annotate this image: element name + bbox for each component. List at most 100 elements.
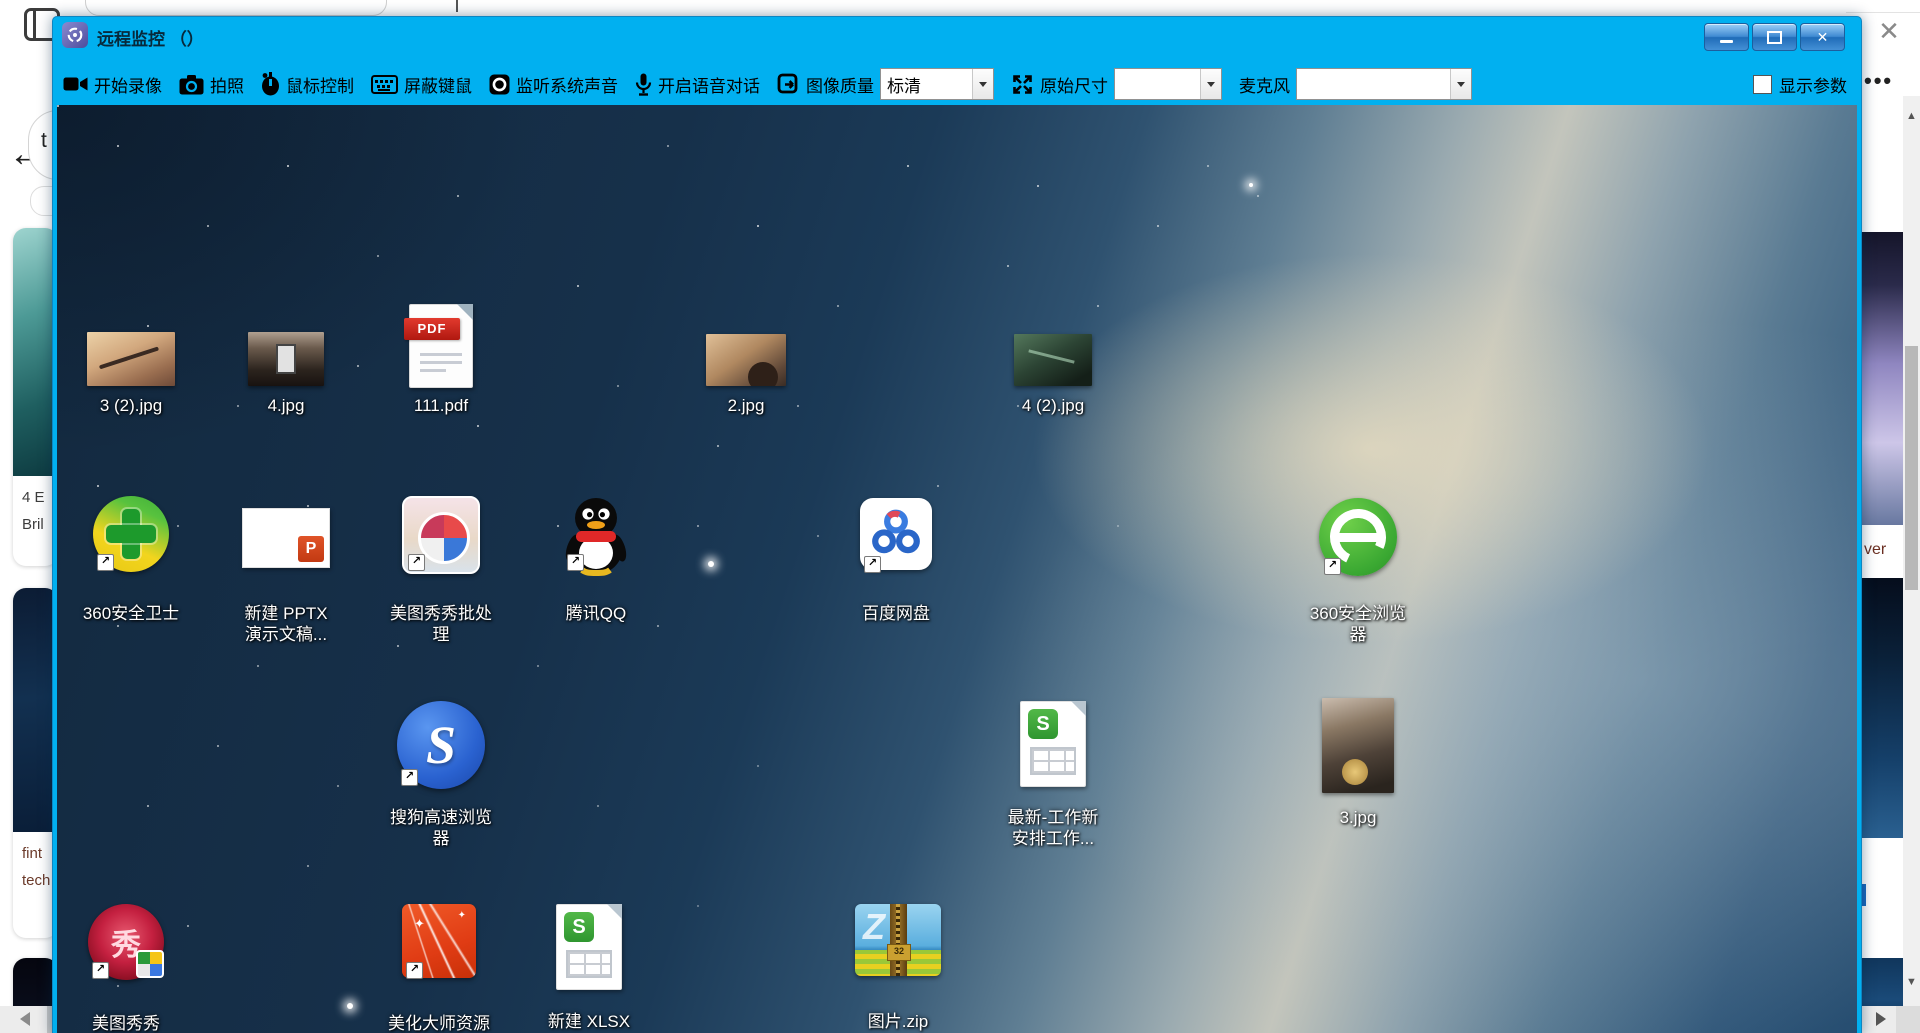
voice-chat-button[interactable]: 开启语音对话 xyxy=(635,72,760,97)
desktop-icon-label: 新建 XLSX xyxy=(548,1011,630,1032)
image-quality-icon xyxy=(777,73,800,96)
app-beautify-icon: ✦✦↗ xyxy=(400,904,478,1012)
remote-monitoring-window: 远程监控 （） ✕ 开始录像 xyxy=(52,16,1862,1033)
desktop-icon-doc-work-plan[interactable]: S最新-工作新 安排工作... xyxy=(985,701,1121,849)
shortcut-arrow-icon: ↗ xyxy=(864,556,881,573)
card-body xyxy=(1862,838,1903,958)
photo-3-icon xyxy=(706,334,786,394)
more-menu-icon[interactable]: ••• xyxy=(1864,68,1910,94)
microphone-group: 麦克风 xyxy=(1239,68,1472,100)
listen-system-sound-button[interactable]: 监听系统声音 xyxy=(489,72,618,97)
desktop-icon-file-2-jpg[interactable]: 2.jpg xyxy=(678,334,814,416)
desktop-icon-app-meitu-batch[interactable]: ↗美图秀秀批处 理 xyxy=(373,496,509,645)
scrollbar-corner xyxy=(1896,1006,1920,1033)
dropdown-arrow-icon[interactable] xyxy=(1450,69,1471,99)
desktop-icon-app-baidu-netdisk[interactable]: ↗ 百度网盘 xyxy=(828,498,964,624)
result-card-thumbnail[interactable] xyxy=(1862,578,1903,838)
desktop-icon-label: 美图秀秀 xyxy=(92,1013,160,1033)
wallpaper-star-glow xyxy=(1249,183,1253,187)
scroll-down-icon[interactable]: ▼ xyxy=(1903,976,1920,988)
remote-desktop-view[interactable]: 3 (2).jpg4.jpgPDF111.pdf2.jpg4 (2).jpg↗3… xyxy=(57,105,1857,1033)
voice-chat-icon xyxy=(635,73,652,96)
wallpaper-star-glow xyxy=(708,561,714,567)
show-params-checkbox[interactable] xyxy=(1753,75,1772,94)
scroll-up-icon[interactable]: ▲ xyxy=(1903,110,1920,122)
shortcut-arrow-icon: ↗ xyxy=(567,554,584,571)
desktop-icon-label: 新建 PPTX 演示文稿... xyxy=(244,603,327,645)
desktop-icon-app-tencent-qq[interactable]: ↗腾讯QQ xyxy=(528,496,664,624)
desktop-icon-file-pictures-zip[interactable]: Z32图片.zip xyxy=(830,904,966,1032)
desktop-icon-label: 360安全卫士 xyxy=(83,603,179,624)
shortcut-arrow-icon: ↗ xyxy=(92,962,109,979)
window-titlebar[interactable]: 远程监控 （） ✕ xyxy=(53,17,1861,53)
minimize-button[interactable] xyxy=(1704,23,1749,51)
desktop-icon-label: 百度网盘 xyxy=(862,603,930,624)
microphone-select[interactable] xyxy=(1296,68,1472,100)
desktop-icon-label: 360安全浏览 器 xyxy=(1310,603,1406,645)
camera-icon xyxy=(179,74,204,95)
desktop-icon-file-111-pdf[interactable]: PDF111.pdf xyxy=(373,304,509,416)
scrollbar-thumb[interactable] xyxy=(1905,346,1918,590)
wallpaper-stars xyxy=(57,105,59,107)
image-quality-group: 图像质量 标清 xyxy=(777,68,994,100)
close-icon[interactable]: ✕ xyxy=(1872,16,1906,48)
block-keyboard-mouse-icon xyxy=(371,75,398,94)
dropdown-arrow-icon[interactable] xyxy=(1200,69,1221,99)
desktop-icon-file-3-2-jpg[interactable]: 3 (2).jpg xyxy=(63,332,199,416)
desktop-icon-file-4-jpg[interactable]: 4.jpg xyxy=(218,332,354,416)
image-quality-select[interactable]: 标清 xyxy=(880,68,994,100)
desktop-icon-label: 3.jpg xyxy=(1340,807,1377,828)
app-meitu-batch-icon: ↗ xyxy=(402,496,480,602)
search-value: t xyxy=(41,129,47,153)
block-keyboard-mouse-button[interactable]: 屏蔽键鼠 xyxy=(371,72,472,97)
wallpaper-star-glow xyxy=(347,1003,353,1009)
show-params-label: 显示参数 xyxy=(1779,72,1847,97)
doc-xlsx-icon: S xyxy=(554,904,624,1010)
app-360browser-icon: ↗ xyxy=(1318,498,1398,602)
photo-1-icon xyxy=(87,332,175,394)
pdf-icon: PDF xyxy=(406,304,476,394)
system-sound-icon xyxy=(489,74,510,95)
desktop-icon-label: 美化大师资源 xyxy=(388,1013,490,1033)
photo-2-icon xyxy=(248,332,324,394)
horizontal-scrollbar-left[interactable] xyxy=(0,1006,58,1033)
desktop-icon-file-3-jpg[interactable]: 3.jpg xyxy=(1290,698,1426,828)
desktop-icon-app-360-browser[interactable]: ↗360安全浏览 器 xyxy=(1290,498,1426,645)
desktop-icon-app-sogou-browser[interactable]: S↗搜狗高速浏览 器 xyxy=(373,701,509,849)
maximize-button[interactable] xyxy=(1752,23,1797,51)
mouse-control-button[interactable]: 鼠标控制 xyxy=(261,72,354,97)
microphone-label: 麦克风 xyxy=(1239,72,1290,97)
app-360safe-icon: ↗ xyxy=(91,496,171,602)
desktop-icon-label: 3 (2).jpg xyxy=(100,395,162,416)
desktop-icon-doc-new-xlsx[interactable]: S新建 XLSX xyxy=(521,904,657,1032)
scroll-left-icon[interactable] xyxy=(20,1012,30,1026)
close-button[interactable]: ✕ xyxy=(1800,23,1845,51)
desktop-icon-app-meitu[interactable]: 秀↗美图秀秀 xyxy=(58,904,194,1033)
desktop-icon-doc-new-pptx[interactable]: P新建 PPTX 演示文稿... xyxy=(218,508,354,645)
original-size-label: 原始尺寸 xyxy=(1040,72,1108,97)
expand-arrows-icon xyxy=(1011,73,1034,96)
show-params-group: 显示参数 xyxy=(1753,72,1847,97)
shortcut-arrow-icon: ↗ xyxy=(406,962,423,979)
desktop-icon-file-4-2-jpg[interactable]: 4 (2).jpg xyxy=(985,334,1121,416)
dropdown-arrow-icon[interactable] xyxy=(972,69,993,99)
take-photo-button[interactable]: 拍照 xyxy=(179,72,244,97)
start-recording-button[interactable]: 开始录像 xyxy=(63,72,162,97)
desktop-icon-app-360-safe[interactable]: ↗360安全卫士 xyxy=(63,496,199,624)
desktop-icon-app-beautify-res[interactable]: ✦✦↗美化大师资源 xyxy=(371,904,507,1033)
record-video-icon xyxy=(63,74,88,94)
app-baidupan-icon: ↗ xyxy=(858,498,934,602)
app-meitu-icon: 秀↗ xyxy=(86,904,166,1012)
doc-pptx-icon: P xyxy=(240,508,332,602)
window-title: 远程监控 （） xyxy=(97,25,204,50)
zip-icon: Z32 xyxy=(853,904,943,1010)
doc-wps-icon: S xyxy=(1018,701,1088,806)
vertical-scrollbar[interactable]: ▲ ▼ xyxy=(1903,96,1920,1006)
photo-4-icon xyxy=(1014,334,1092,394)
shortcut-arrow-icon: ↗ xyxy=(408,554,425,571)
tab-divider xyxy=(456,0,458,12)
result-card-thumbnail[interactable] xyxy=(1862,232,1903,525)
scroll-right-icon[interactable] xyxy=(1876,1012,1886,1026)
original-size-select[interactable] xyxy=(1114,68,1222,100)
tab-fragment xyxy=(85,0,387,16)
